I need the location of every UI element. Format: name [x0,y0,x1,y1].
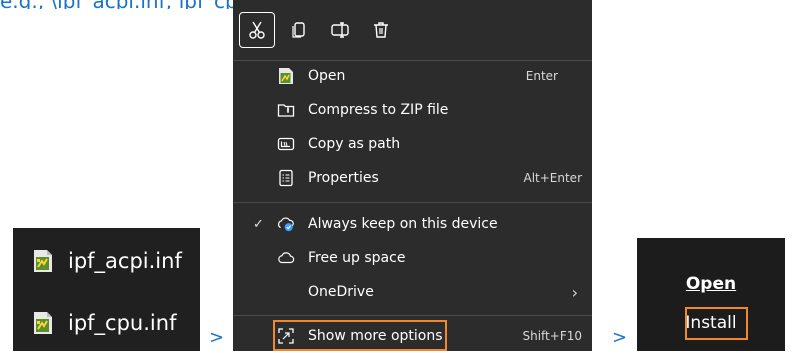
menu-item-label: Copy as path [308,136,401,152]
menu-item-shortcut: Enter [525,69,558,83]
menu-item-shortcut: Alt+Enter [523,171,582,185]
file-list-panel: ipf_acpi.inf ipf_cpu.inf [13,228,200,351]
file-item[interactable]: ipf_cpu.inf [30,310,176,336]
inf-file-icon [34,312,52,334]
cloud-icon [277,249,295,267]
check-icon: ✓ [253,216,264,232]
cloud-sync-icon [277,215,295,233]
menu-item-shortcut: Shift+F10 [522,329,582,343]
inf-file-icon [277,67,295,85]
menu-item-open[interactable]: Open Enter [233,59,592,93]
menu-separator [233,202,592,203]
menu-item-free-up-space[interactable]: Free up space [233,241,592,275]
menu-item-properties[interactable]: Properties Alt+Enter [233,161,592,195]
step-arrow: > [612,327,628,348]
path-icon [277,135,295,153]
file-item[interactable]: ipf_acpi.inf [30,248,182,274]
rename-button[interactable] [322,12,358,48]
rename-icon [331,22,349,38]
inf-file-icon [34,250,52,272]
classic-context-menu: Open Install [637,238,785,351]
show-more-options-highlight [273,320,447,351]
properties-icon [277,169,295,187]
chevron-right-icon: › [571,282,578,302]
cut-button[interactable] [239,12,275,48]
menu-item-label: Free up space [308,250,406,266]
zip-icon [277,101,295,119]
delete-button[interactable] [363,12,399,48]
menu-item-label: Open [308,68,346,84]
menu-item-always-keep[interactable]: ✓ Always keep on this device [233,207,592,241]
context-menu: Open Enter Compress to ZIP file Copy as … [233,0,592,351]
context-menu-toolbar [233,8,592,56]
menu-item-copy-as-path[interactable]: Copy as path [233,127,592,161]
menu-item-label: Always keep on this device [308,216,498,232]
copy-icon [292,22,305,38]
classic-menu-open[interactable]: Open [637,274,785,294]
copy-button[interactable] [281,12,317,48]
menu-item-label: Properties [308,170,379,186]
classic-menu-open-label: Open [685,274,737,294]
menu-item-label: OneDrive [308,284,374,300]
file-name: ipf_acpi.inf [68,249,182,273]
menu-item-onedrive[interactable]: OneDrive › [233,275,592,309]
delete-icon [374,22,388,38]
file-name: ipf_cpu.inf [68,311,177,335]
menu-separator [233,315,592,316]
step-arrow: > [209,327,225,348]
cut-icon [249,21,265,39]
menu-item-compress-zip[interactable]: Compress to ZIP file [233,93,592,127]
menu-item-label: Compress to ZIP file [308,102,449,118]
install-highlight [685,307,748,340]
